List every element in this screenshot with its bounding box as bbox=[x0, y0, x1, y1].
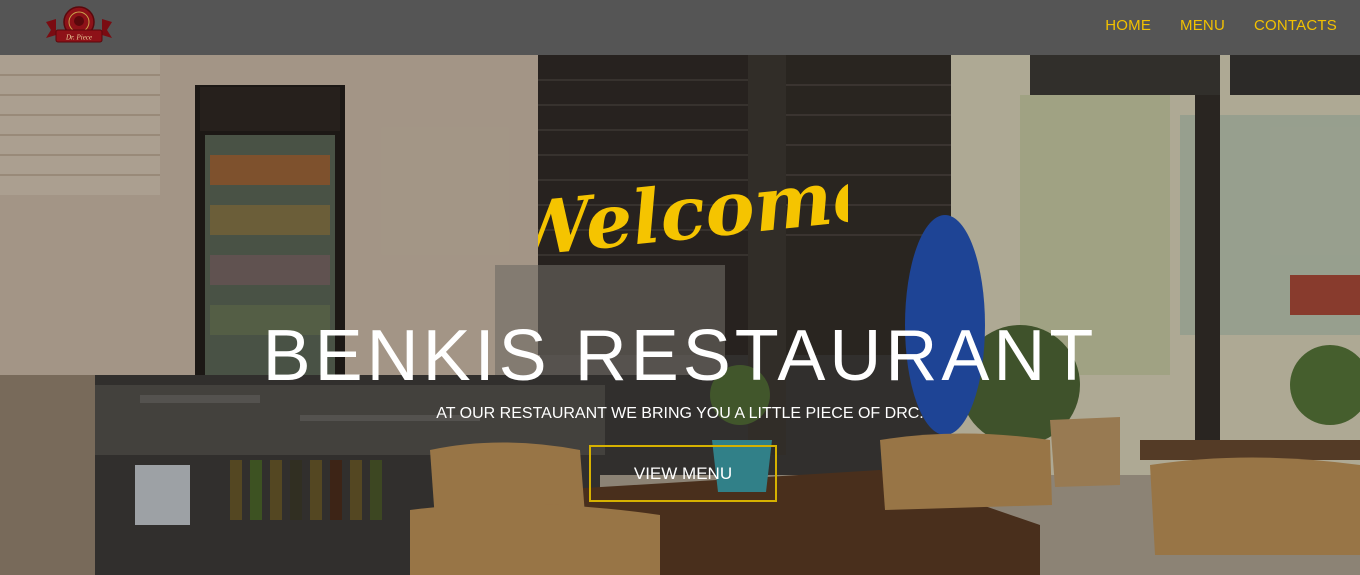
logo-emblem-icon: Dr. Piece bbox=[46, 6, 112, 43]
nav-menu-link[interactable]: MENU bbox=[1180, 17, 1225, 34]
welcome-script-heading: Welcome bbox=[538, 151, 848, 266]
nav-contacts-link[interactable]: CONTACTS bbox=[1254, 17, 1337, 34]
hero-title: BENKIS RESTAURANT bbox=[262, 316, 1098, 396]
main-nav: HOME MENU CONTACTS bbox=[1076, 17, 1337, 34]
top-navbar: Dr. Piece HOME MENU CONTACTS bbox=[0, 0, 1360, 55]
hero-subtitle: AT OUR RESTAURANT WE BRING YOU A LITTLE … bbox=[436, 405, 924, 422]
welcome-text: Welcome bbox=[538, 151, 848, 266]
view-menu-button[interactable]: VIEW MENU bbox=[589, 445, 777, 502]
logo-text: Dr. Piece bbox=[65, 34, 92, 42]
restaurant-logo[interactable]: Dr. Piece bbox=[44, 2, 114, 48]
nav-home-link[interactable]: HOME bbox=[1105, 17, 1151, 34]
